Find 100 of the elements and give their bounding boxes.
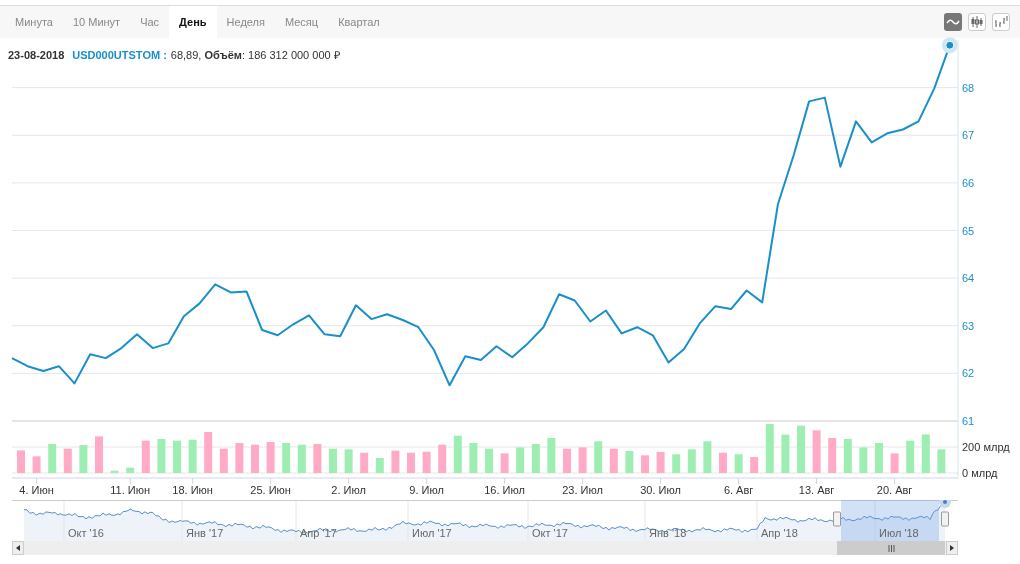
axis-label: 62	[962, 367, 975, 380]
navigator-handle[interactable]	[833, 511, 841, 527]
volume-bar	[797, 425, 805, 473]
scroll-left-button[interactable]	[12, 541, 24, 555]
volume-bar	[204, 432, 213, 473]
volume-bar	[547, 438, 556, 473]
volume-bar	[63, 448, 72, 473]
axis-label: Апр '18	[761, 527, 798, 539]
volume-bar	[251, 444, 259, 473]
volume-bar	[734, 454, 743, 473]
chart-type-button[interactable]	[992, 13, 1010, 31]
scroll-right-button[interactable]	[946, 541, 958, 555]
axis-label: 61	[962, 415, 975, 427]
volume-bar	[719, 452, 727, 473]
chart-type-button[interactable]	[944, 13, 962, 31]
volume-bar	[95, 436, 103, 473]
volume-bar	[703, 441, 712, 473]
period-tab[interactable]: Минута	[5, 6, 63, 38]
volume-bar	[282, 442, 291, 473]
period-tab[interactable]: Час	[130, 6, 170, 38]
axis-label: 23. Июл	[562, 484, 603, 496]
axis-label: 18. Июн	[172, 484, 213, 496]
axis-label: 30. Июл	[640, 484, 681, 496]
point-info: 23-08-2018 USD000UTSTOM : 68,89, Объём: 186 312 000 000 ₽	[8, 47, 340, 64]
volume-bar	[32, 456, 41, 473]
volume-bar	[407, 452, 415, 473]
volume-bar	[500, 453, 509, 473]
volume-bar	[656, 451, 665, 473]
axis-label: 6. Авг	[723, 484, 754, 496]
volume-bar	[391, 450, 400, 473]
navigator-selection[interactable]	[841, 500, 939, 541]
axis-label: 0 млрд	[962, 467, 998, 479]
volume-bar	[843, 438, 852, 473]
navigator-handle[interactable]	[941, 511, 949, 527]
volume-bar	[422, 451, 431, 473]
volume-bar	[812, 430, 821, 473]
axis-label: 65	[962, 224, 975, 237]
volume-bar	[219, 448, 228, 473]
chart-type-button[interactable]	[968, 13, 986, 31]
volume-bar	[921, 434, 930, 473]
axis-label: 67	[962, 129, 975, 142]
volume-bar	[641, 455, 649, 473]
axis-label: 4. Июн	[19, 484, 54, 496]
axis-label: Янв '18	[649, 527, 687, 539]
volume-bar	[297, 444, 306, 473]
volume-bar	[765, 424, 774, 473]
left-arrow-icon	[16, 545, 20, 551]
volume-bar	[173, 440, 181, 473]
volume-bar	[438, 444, 447, 473]
volume-bar	[625, 451, 634, 473]
volume-bar	[531, 444, 540, 473]
volume-bar	[609, 448, 618, 473]
volume-bar	[906, 440, 915, 473]
volume-bar	[375, 458, 384, 473]
scrollbar-thumb[interactable]	[837, 541, 945, 555]
axis-label: 64	[962, 272, 975, 285]
line-chart-icon	[946, 17, 960, 27]
period-tab[interactable]: 10 Минут	[62, 6, 131, 38]
volume-bar	[79, 445, 88, 473]
volume-bar	[188, 439, 197, 473]
volume-bar	[485, 448, 493, 473]
axis-label: Июл '18	[879, 527, 919, 539]
period-tab[interactable]: Квартал	[328, 6, 390, 38]
volume-bar	[17, 450, 25, 473]
volume-bar	[157, 438, 166, 473]
volume-bar	[453, 435, 462, 473]
volume-bar	[563, 448, 571, 473]
volume-bar	[516, 447, 525, 473]
volume-bar	[141, 440, 150, 473]
axis-label: 16. Июл	[484, 484, 525, 496]
volume-bar	[875, 442, 883, 473]
volume-bar	[781, 434, 790, 473]
axis-label: 2. Июл	[331, 484, 366, 496]
axis-label: 13. Авг	[798, 484, 835, 496]
period-tab[interactable]: Неделя	[216, 6, 275, 38]
volume-bar	[687, 449, 696, 473]
volume-bar	[235, 442, 244, 473]
ohlc-icon	[994, 16, 1008, 28]
period-tab[interactable]: Месяц	[274, 6, 329, 38]
volume-bar	[266, 442, 275, 473]
volume-bar	[329, 448, 337, 473]
volume-bar	[110, 470, 119, 473]
axis-label: Окт '17	[532, 527, 568, 539]
volume-bar	[937, 449, 946, 473]
volume-bar	[890, 453, 899, 473]
right-arrow-icon	[950, 545, 954, 551]
axis-label: Янв '17	[186, 527, 224, 539]
axis-label: 66	[962, 176, 975, 189]
axis-label: 200 млрд	[962, 441, 1010, 453]
volume-bar	[469, 442, 478, 473]
period-tab[interactable]: День	[169, 6, 217, 38]
volume-bar	[578, 447, 587, 473]
axis-label: 11. Июн	[110, 484, 151, 496]
grip-icon	[887, 544, 895, 552]
volume-bar	[594, 441, 603, 473]
volume-bar	[313, 444, 322, 473]
axis-label: 25. Июн	[250, 484, 291, 496]
axis-label: 20. Авг	[876, 484, 913, 496]
axis-label: 63	[962, 319, 975, 332]
axis-label: Июл '17	[412, 527, 452, 539]
